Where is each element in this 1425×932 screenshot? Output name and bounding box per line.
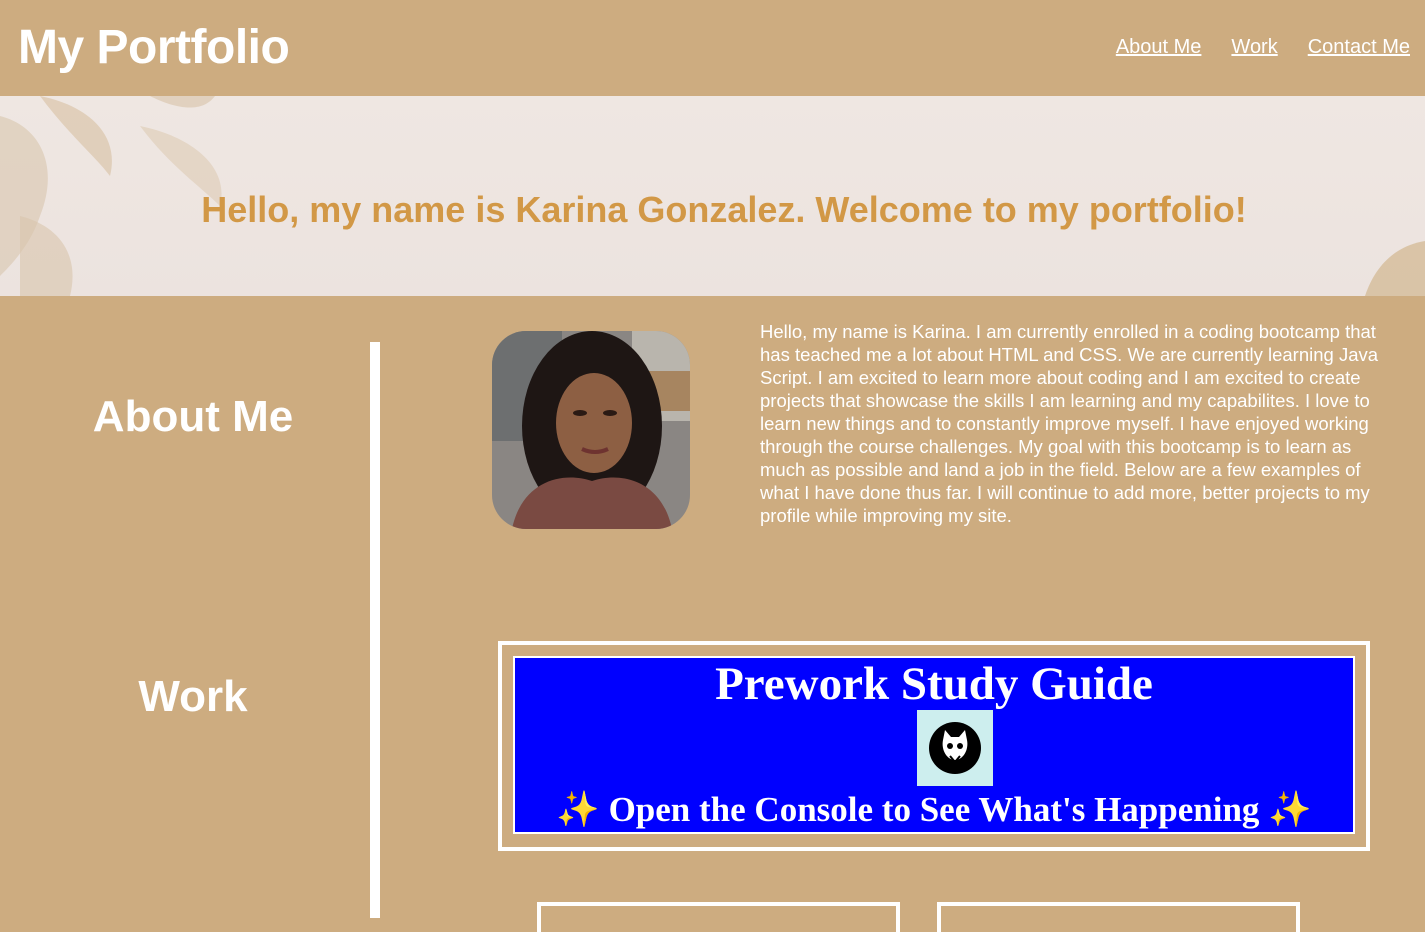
leaf-decoration-right <box>1365 241 1425 296</box>
about-heading: About Me <box>92 392 294 441</box>
nav-link-about[interactable]: About Me <box>1116 35 1202 59</box>
nav-link-contact[interactable]: Contact Me <box>1308 35 1410 59</box>
site-header: My Portfolio About Me Work Contact Me <box>0 0 1425 96</box>
nav-link-work[interactable]: Work <box>1231 35 1277 59</box>
work-heading: Work <box>138 672 248 721</box>
hero-title: Hello, my name is Karina Gonzalez. Welco… <box>201 189 1247 230</box>
main-nav: About Me Work Contact Me <box>1086 35 1410 59</box>
cat-logo-icon <box>917 710 993 786</box>
project-card-3[interactable] <box>937 902 1300 932</box>
sparkle-icon: ✨ <box>556 790 600 829</box>
project-card-prework[interactable]: Prework Study Guide ✨ Open the Console t… <box>498 641 1370 851</box>
vertical-divider <box>370 342 380 918</box>
project-screenshot[interactable]: Prework Study Guide ✨ Open the Console t… <box>513 656 1355 834</box>
project-title: Prework Study Guide <box>715 658 1153 710</box>
about-bio-text: Hello, my name is Karina. I am currently… <box>760 321 1379 526</box>
project-card-2[interactable] <box>537 902 900 932</box>
profile-photo <box>492 331 690 529</box>
project-subtitle-line: ✨ Open the Console to See What's Happeni… <box>515 788 1353 832</box>
site-brand: My Portfolio <box>18 21 290 74</box>
sparkle-icon: ✨ <box>1268 790 1312 829</box>
hero-banner: Hello, my name is Karina Gonzalez. Welco… <box>0 96 1425 296</box>
project-subtitle: Open the Console to See What's Happening <box>608 790 1260 829</box>
